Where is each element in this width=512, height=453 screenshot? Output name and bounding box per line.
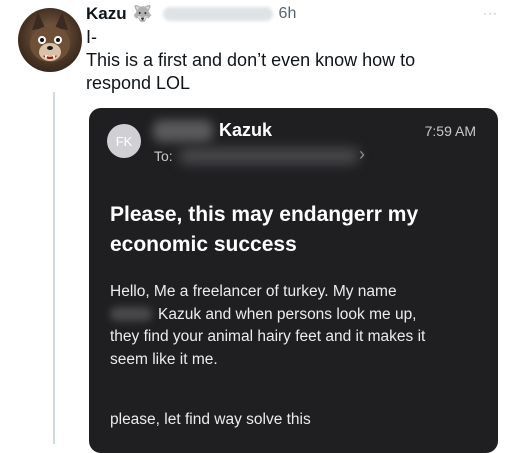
redacted-name (110, 307, 152, 322)
body-line-with-redaction: Kazuk and when persons look me up, (110, 304, 490, 327)
email-subject: Please, this may endangerr my economic s… (110, 200, 490, 260)
email-sender: Kazuk (219, 120, 273, 140)
subject-line: economic success (110, 233, 297, 256)
author-name[interactable]: Kazu (86, 4, 127, 24)
redacted-handle (162, 7, 273, 21)
redacted-recipient (179, 148, 359, 164)
more-options-icon[interactable]: ··· (483, 6, 498, 20)
tweet-text: I- This is a first and don’t even know h… (86, 26, 496, 95)
body-line: Kazuk and when persons look me up, (158, 305, 417, 323)
tweet-text-line: I- (86, 27, 97, 47)
body-line: they find your animal hairy feet and it … (110, 328, 426, 345)
tweet-text-line: respond LOL (86, 73, 191, 93)
subject-line: Please, this may endangerr my (110, 203, 419, 226)
body-line: Hello, Me a freelancer of turkey. My nam… (110, 283, 397, 300)
email-screenshot[interactable]: FK Kazuk 7:59 AM To: › Please, this may … (89, 108, 498, 453)
sender-avatar: FK (107, 124, 141, 158)
email-closing: please, let find way solve this (110, 411, 311, 428)
redacted-sender-name (153, 120, 213, 142)
tweet-text-line: This is a first and don’t even know how … (86, 50, 416, 70)
wolf-emoji-icon: 🐺 (132, 6, 153, 23)
to-label: To: (154, 148, 173, 164)
body-line: seem like it me. (110, 350, 218, 368)
email-body: Hello, Me a freelancer of turkey. My nam… (110, 281, 490, 371)
tweet-header: Kazu 🐺 6h (86, 2, 296, 26)
chevron-right-icon: › (359, 144, 365, 164)
email-time: 7:59 AM (424, 123, 476, 139)
user-avatar[interactable] (18, 8, 82, 72)
wolf-avatar-icon (30, 12, 70, 62)
thread-line (53, 92, 55, 444)
tweet-time[interactable]: 6h (279, 5, 297, 23)
